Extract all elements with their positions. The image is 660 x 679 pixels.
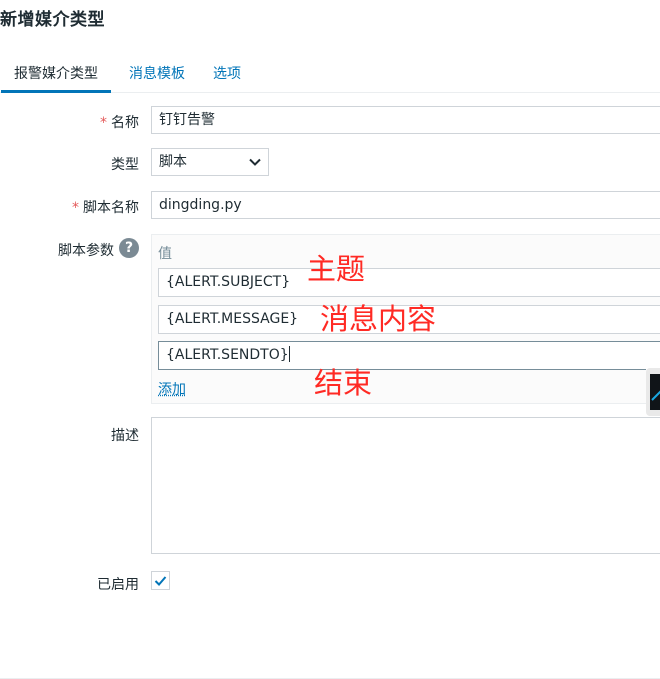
description-textarea[interactable]	[151, 417, 660, 554]
name-label: * 名称	[100, 112, 139, 132]
annotation-end: 结束	[314, 366, 373, 400]
script-params-label: 脚本参数	[58, 243, 114, 259]
type-label: 类型	[111, 157, 139, 173]
enabled-label: 已启用	[97, 577, 139, 593]
script-name-label-text: 脚本名称	[83, 200, 139, 216]
type-select[interactable]: 脚本	[151, 148, 269, 176]
param-input[interactable]: {ALERT.SUBJECT}	[158, 268, 660, 297]
name-input[interactable]: 钉钉告警	[151, 106, 660, 134]
add-param-link[interactable]: 添加	[158, 379, 186, 399]
tab-media-type[interactable]: 报警媒介类型	[1, 62, 111, 93]
script-name-input[interactable]: dingding.py	[151, 191, 660, 219]
param-input-value: {ALERT.SENDTO}	[166, 347, 289, 363]
tab-message-templates[interactable]: 消息模板	[129, 62, 185, 90]
params-column-header: 值	[158, 246, 172, 262]
enabled-checkbox[interactable]	[151, 571, 170, 590]
description-label: 描述	[111, 428, 139, 444]
param-input[interactable]: {ALERT.SENDTO}	[158, 341, 660, 370]
help-icon[interactable]: ?	[119, 238, 139, 258]
script-name-label: * 脚本名称	[72, 197, 139, 217]
required-mark: *	[100, 115, 107, 131]
overlay-thumbnail	[646, 368, 660, 416]
name-label-text: 名称	[111, 115, 139, 131]
type-select-value: 脚本	[159, 154, 187, 170]
check-icon	[154, 576, 167, 586]
chevron-down-icon	[249, 158, 261, 166]
text-caret	[288, 346, 290, 362]
annotation-message: 消息内容	[320, 302, 437, 336]
page-title: 新增媒介类型	[0, 10, 105, 30]
tab-options[interactable]: 选项	[213, 62, 241, 90]
tab-bar: 报警媒介类型 消息模板 选项	[0, 62, 660, 93]
annotation-subject: 主题	[307, 252, 366, 286]
required-mark: *	[72, 200, 79, 216]
